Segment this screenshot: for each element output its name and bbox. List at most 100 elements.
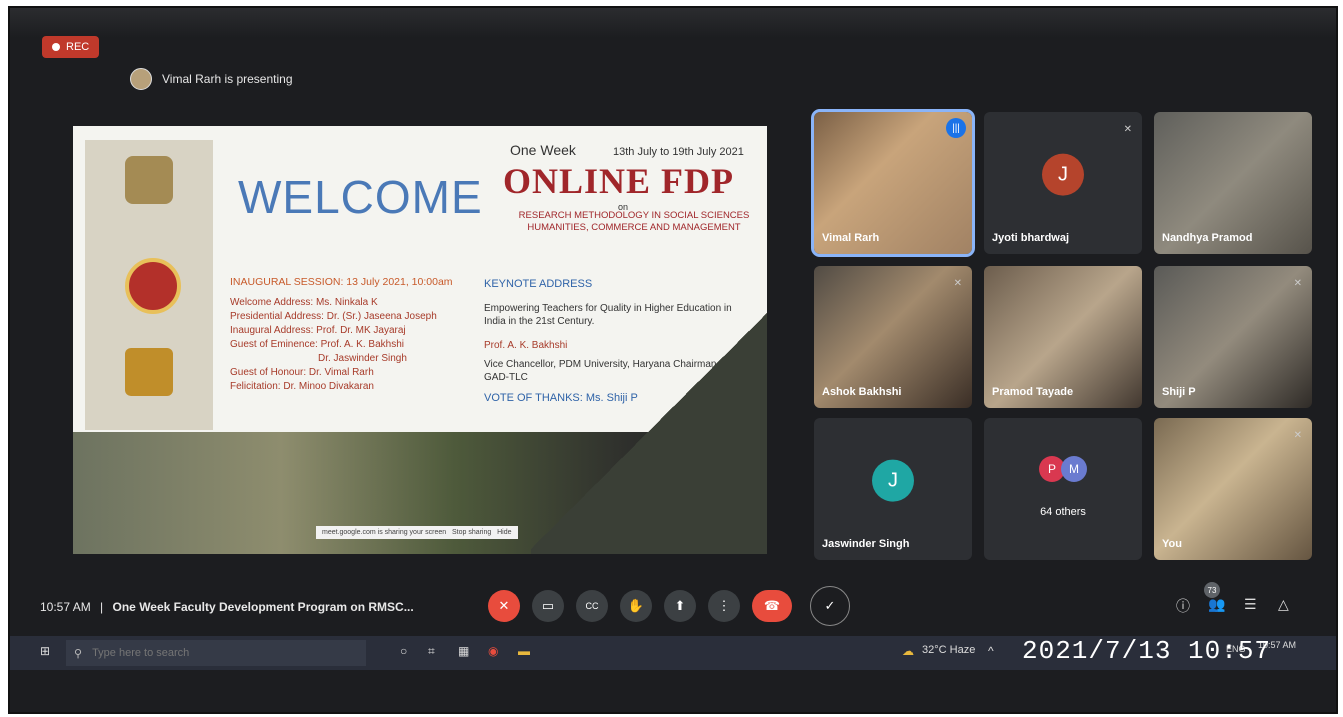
activities-icon[interactable]: △ [1278,596,1289,613]
participant-name: Pramod Tayade [992,386,1074,398]
meeting-separator: | [100,600,104,614]
participant-name: Vimal Rarh [822,232,880,244]
participant-tile-nandhya-pramod[interactable]: Nandhya Pramod [1154,112,1312,254]
mic-toggle-button[interactable]: ✕ [488,590,520,622]
hide-button[interactable]: Hide [497,529,511,536]
present-button[interactable]: ⬆ [664,590,696,622]
captions-button[interactable]: CC [576,590,608,622]
meet-control-bar: 10:57 AM | One Week Faculty Development … [10,582,1336,626]
session-label: INAUGURAL SESSION: 13 July 2021, 10:00am [230,276,453,288]
participant-tile-ashok-bakhshi[interactable]: ✕ Ashok Bakhshi [814,266,972,408]
participant-name: Shiji P [1162,386,1196,398]
participant-name: Jaswinder Singh [822,538,910,550]
more-vert-icon: ⋮ [717,598,731,613]
participant-name: Ashok Bakhshi [822,386,902,398]
present-icon: ⬆ [674,598,686,613]
one-week-label: One Week [510,142,576,158]
participant-tile-others[interactable]: P M 64 others [984,418,1142,560]
muted-mic-icon: ✕ [953,278,962,289]
session-item: Guest of Eminence: Prof. A. K. Bakhshi [230,339,404,350]
theme-line-1: RESEARCH METHODOLOGY IN SOCIAL SCIENCES [518,210,750,221]
logo-strip [85,140,213,430]
file-explorer-icon[interactable]: ▬ [518,644,530,658]
muted-mic-icon: ✕ [1293,278,1302,289]
share-notice-text: meet.google.com is sharing your screen [322,529,447,536]
muted-mic-icon: ✕ [1123,124,1132,135]
recording-badge: REC [42,36,100,58]
participant-tile-jaswinder-singh[interactable]: J Jaswinder Singh [814,418,972,560]
college-seal-icon [125,258,181,314]
dates-label: 13th July to 19th July 2021 [613,146,744,158]
national-emblem-icon [125,156,173,204]
participant-tile-shiji-p[interactable]: ✕ Shiji P [1154,266,1312,408]
session-item: Presidential Address: Dr. (Sr.) Jaseena … [230,311,437,322]
search-icon: ⚲ [74,647,83,660]
shared-screen-slide: WELCOME One Week 13th July to 19th July … [73,126,767,554]
session-item: Dr. Jaswinder Singh [318,353,407,364]
speaking-indicator-icon: ||| [946,118,966,138]
people-icon[interactable]: 👥 [1208,596,1225,613]
monitor-bezel [10,8,1336,38]
hangup-icon: ☎ [763,598,781,613]
welcome-heading: WELCOME [238,171,483,223]
presenter-banner: Vimal Rarh is presenting [130,68,293,90]
taskbar-search-input[interactable] [90,646,335,660]
avatar: M [1061,456,1087,482]
session-item: Inaugural Address: Prof. Dr. MK Jayaraj [230,325,406,336]
screen-share-notice: meet.google.com is sharing your screen S… [316,526,518,539]
windows-start-icon[interactable]: ⊞ [40,644,50,658]
meeting-info: 10:57 AM | One Week Faculty Development … [40,600,414,614]
info-icon[interactable]: ⓘ [1176,596,1190,616]
session-item: Guest of Honour: Dr. Vimal Rarh [230,367,374,378]
end-call-button[interactable]: ☎ [752,590,792,622]
meeting-title: One Week Faculty Development Program on … [112,600,414,614]
captions-icon: CC [585,601,599,611]
participant-tile-pramod-tayade[interactable]: Pramod Tayade [984,266,1142,408]
mic-off-icon: ✕ [498,598,510,613]
chat-icon[interactable]: ☰ [1244,596,1257,613]
participant-tile-you[interactable]: ✕ You [1154,418,1312,560]
theme-line-2: HUMANITIES, COMMERCE AND MANAGEMENT [527,222,741,233]
taskbar-search[interactable]: ⚲ [66,640,366,666]
participant-name: Jyoti bhardwaj [992,232,1070,244]
institution-crest-icon [125,348,173,396]
weather-text[interactable]: 32°C Haze [922,644,975,656]
campus-photo-diagonal [531,306,767,554]
theme-text: RESEARCH METHODOLOGY IN SOCIAL SCIENCES … [503,210,765,234]
task-view-icon[interactable]: ○ [400,644,407,658]
widgets-icon[interactable]: ⌗ [428,644,435,659]
keynote-title: KEYNOTE ADDRESS [484,278,593,290]
session-list: Welcome Address: Ms. Ninkala K President… [230,296,437,394]
meeting-time: 10:57 AM [40,600,91,614]
recording-label: REC [66,41,90,53]
participant-tile-jyoti-bhardwaj[interactable]: ✕ J Jyoti bhardwaj [984,112,1142,254]
participant-name: You [1162,538,1182,550]
session-item: Welcome Address: Ms. Ninkala K [230,297,378,308]
participant-name: Nandhya Pramod [1162,232,1253,244]
avatar: J [872,459,914,502]
photo-frame: REC Vimal Rarh is presenting WELCOME One… [8,6,1338,714]
check-icon: ✓ [824,598,836,613]
weather-icon: ☁ [902,644,914,658]
stop-sharing-button[interactable]: Stop sharing [452,529,491,536]
session-item: Felicitation: Dr. Minoo Divakaran [230,381,374,392]
tray-chevron-icon[interactable]: ^ [988,644,994,658]
chrome-icon[interactable]: ◉ [488,644,498,658]
hand-icon: ✋ [627,598,645,613]
others-count: 64 others [1040,506,1086,518]
fdp-title: ONLINE FDP [503,161,735,201]
presenter-avatar [130,68,152,90]
photo-timestamp: 2021/7/13 10:57 [1022,636,1272,666]
calculator-icon[interactable]: ▦ [458,644,469,658]
people-count-badge: 73 [1204,582,1220,598]
camera-toggle-button[interactable]: ▭ [532,590,564,622]
avatar: J [1042,153,1084,196]
others-avatars: P M [1039,456,1087,482]
more-options-button[interactable]: ⋮ [708,590,740,622]
recording-dot-icon [52,43,60,51]
muted-mic-icon: ✕ [1293,430,1302,441]
raise-hand-button[interactable]: ✋ [620,590,652,622]
participant-tile-vimal-rarh[interactable]: ||| Vimal Rarh [811,109,975,257]
camera-icon: ▭ [541,598,555,613]
confirm-button[interactable]: ✓ [810,586,850,626]
